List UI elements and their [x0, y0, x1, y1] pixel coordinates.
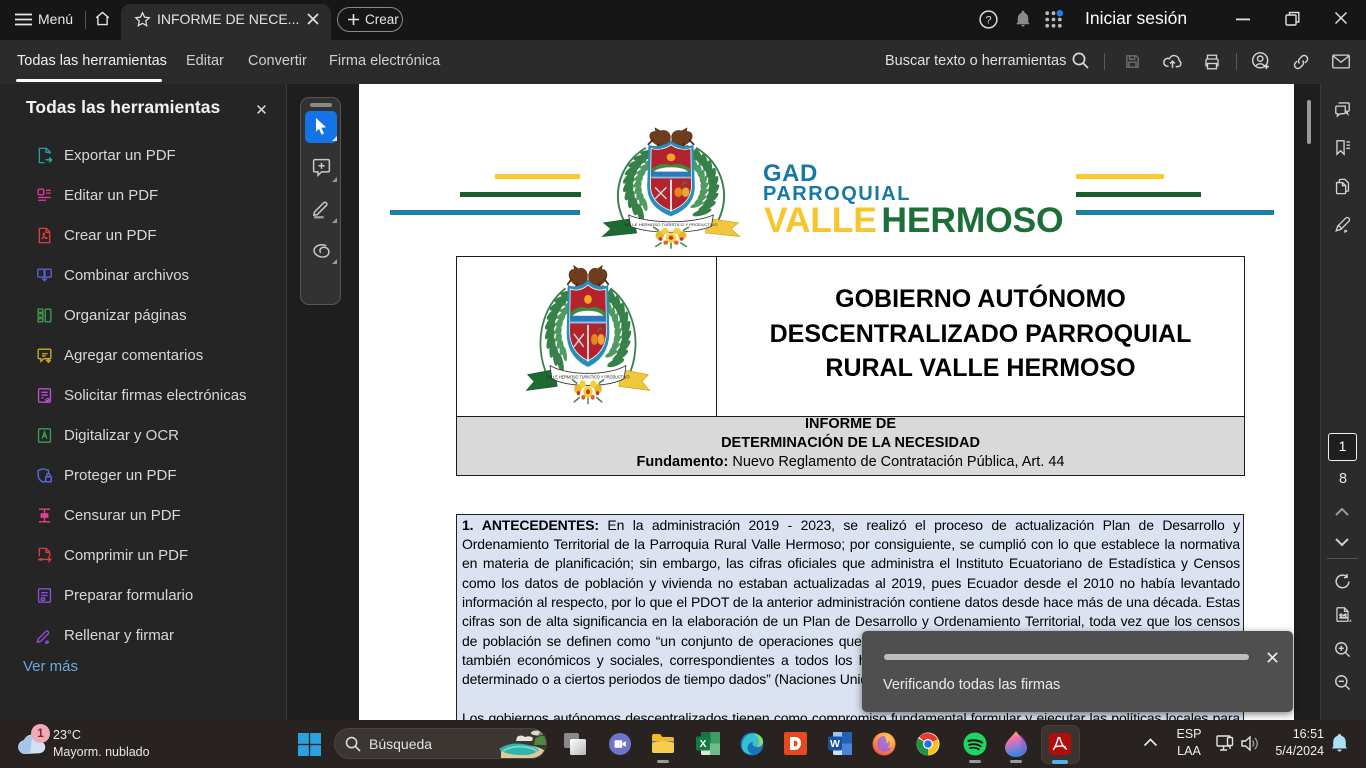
svg-text:1:1: 1:1	[1339, 614, 1347, 620]
svg-text:X: X	[699, 738, 706, 750]
svg-text:?: ?	[985, 15, 991, 27]
svg-text:W: W	[830, 738, 840, 750]
